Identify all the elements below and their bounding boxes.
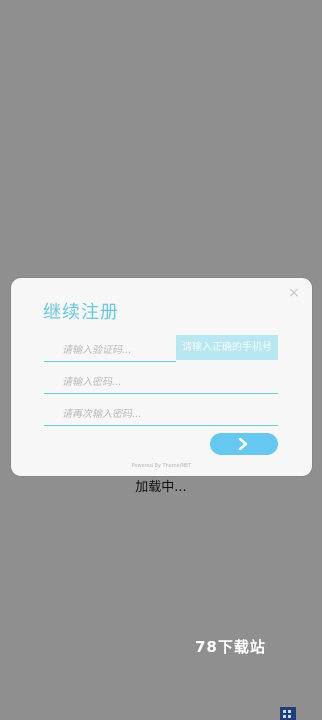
send-code-button[interactable]: 请输入正确的手机号 [176, 335, 278, 360]
powered-by-text: Powered By Theme/NET [131, 463, 192, 469]
chevron-right-icon [238, 438, 248, 450]
password-confirm-input[interactable] [44, 404, 278, 426]
close-icon[interactable]: × [287, 286, 301, 300]
loading-text: 加载中... [135, 480, 187, 495]
next-button[interactable] [210, 433, 278, 455]
verification-code-input[interactable] [44, 340, 176, 362]
watermark-text: 78下载站 [195, 638, 266, 656]
corner-logo-icon [280, 707, 296, 720]
register-dialog: × 继续注册 请输入正确的手机号 Powered By Theme/NET [11, 278, 312, 476]
password-input[interactable] [44, 372, 278, 394]
dialog-title: 继续注册 [43, 302, 119, 323]
